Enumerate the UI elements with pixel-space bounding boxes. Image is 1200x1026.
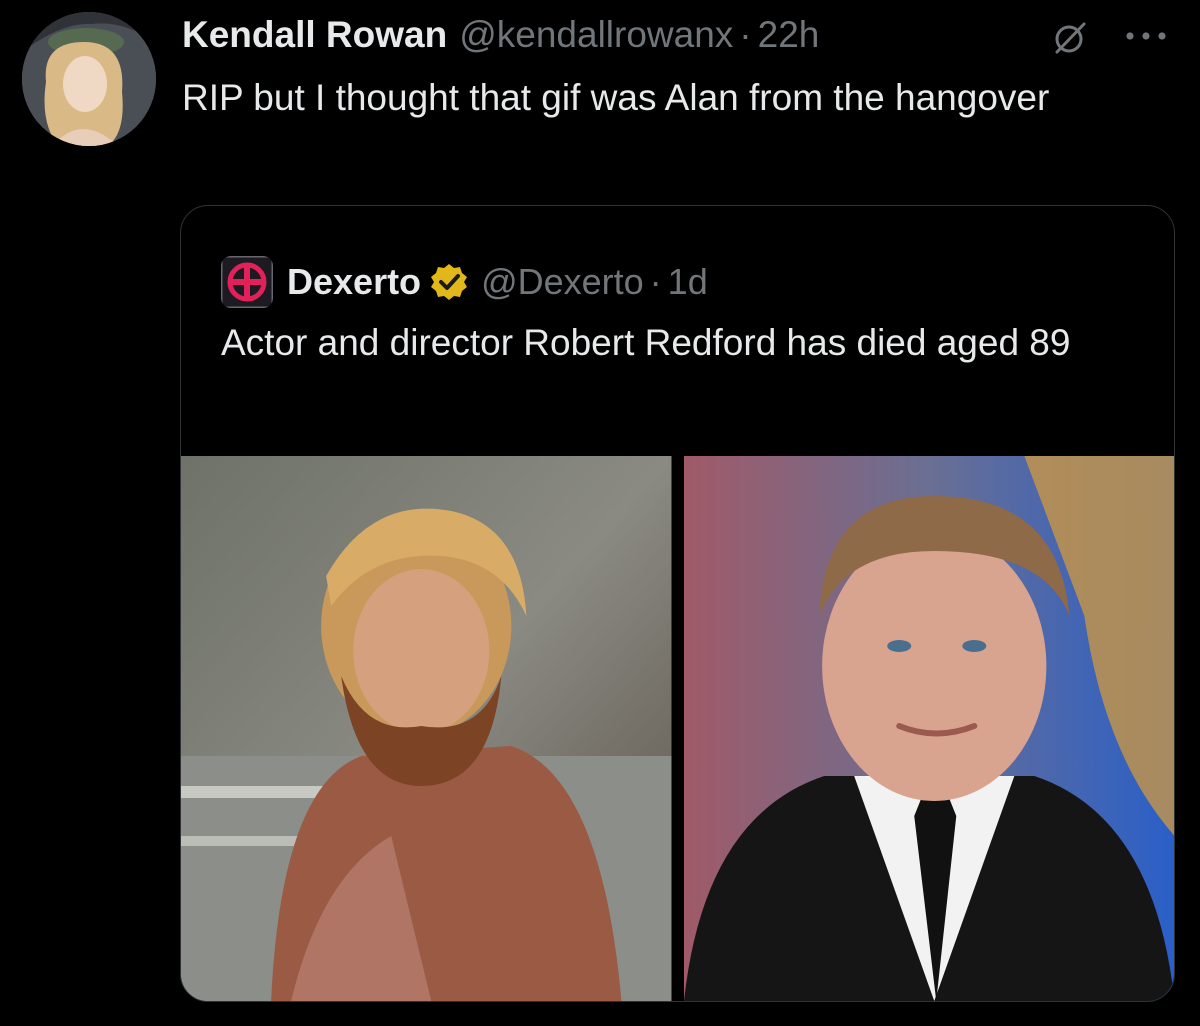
tweet-timestamp[interactable]: 22h [758,14,820,56]
tweet-text: RIP but I thought that gif was Alan from… [182,77,1050,118]
author-handle[interactable]: @kendallrowanx [459,14,733,56]
quoted-author-handle[interactable]: @Dexerto [481,261,644,303]
older-man-photo [683,456,1174,1001]
more-options-icon[interactable] [1118,22,1174,50]
media-photo-right[interactable] [683,456,1174,1001]
quoted-tweet-card[interactable]: Dexerto @Dexerto · 1d Actor and director… [180,205,1175,1002]
avatar-image [22,12,156,146]
grok-icon[interactable] [1052,20,1088,56]
separator-dot: · [739,14,752,55]
verified-badge-icon[interactable] [429,262,469,302]
author-name[interactable]: Kendall Rowan [182,14,447,56]
tweet-header: Kendall Rowan @kendallrowanx · 22h [182,14,819,64]
quoted-author-name[interactable]: Dexerto [287,261,421,303]
quoted-tweet-header: Dexerto @Dexerto · 1d [221,256,708,308]
quoted-separator-dot: · [649,261,662,302]
quoted-media-grid [181,456,1174,1001]
dexerto-logo[interactable] [221,256,273,308]
author-avatar[interactable] [22,12,156,146]
quoted-timestamp[interactable]: 1d [668,261,708,303]
bearded-man-photo [181,456,672,1001]
media-photo-left[interactable] [181,456,672,1001]
quoted-tweet-text: Actor and director Robert Redford has di… [221,322,1071,363]
